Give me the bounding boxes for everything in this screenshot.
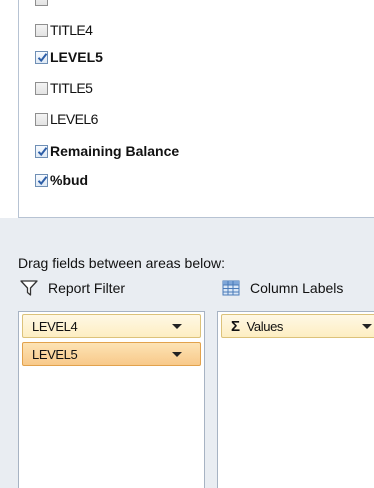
field-label: LEVEL6 [50,111,98,127]
field-pill-label: LEVEL4 [32,318,78,334]
field-label: %bud [50,172,89,188]
table-grid-icon [222,280,240,296]
chevron-down-icon[interactable] [172,352,182,357]
field-row-title4[interactable]: TITLE4 [35,19,93,41]
field-label: TITLE4 [50,22,93,38]
filter-icon [20,280,38,296]
report-filter-label: Report Filter [48,280,126,296]
column-labels-label: Column Labels [250,280,344,296]
pivot-areas-pane: Drag fields between areas below: Report … [0,218,374,488]
areas-instruction: Drag fields between areas below: [18,255,226,271]
field-checkbox-remaining-balance[interactable] [35,144,48,158]
column-labels-header: Column Labels [222,277,343,299]
field-row-level5[interactable]: LEVEL5 [35,46,103,68]
field-row-level6[interactable]: LEVEL6 [35,108,98,130]
report-filter-header: Report Filter [20,277,125,299]
field-checkbox-title4[interactable] [35,23,48,37]
report-filter-field-level5[interactable]: LEVEL5 [22,342,201,366]
column-labels-area[interactable]: Σ Values [217,311,374,488]
column-labels-field-values[interactable]: Σ Values [221,314,374,338]
field-checkbox-level5[interactable] [35,50,48,64]
sigma-icon: Σ [231,317,240,335]
field-row-remaining-balance[interactable]: Remaining Balance [35,140,179,162]
field-checkbox-level6[interactable] [35,112,48,126]
field-row-bud[interactable]: %bud [35,169,88,191]
report-filter-field-level4[interactable]: LEVEL4 [22,314,201,338]
field-label: LEVEL5 [50,49,103,65]
field-row-partial[interactable] [35,0,50,10]
checkmark-icon [37,175,48,185]
field-row-title5[interactable]: TITLE5 [35,77,93,99]
chevron-down-icon[interactable] [172,324,182,329]
field-pill-label: Values [246,318,284,334]
field-checkbox-bud[interactable] [35,173,48,187]
chevron-down-icon[interactable] [362,324,372,329]
field-pill-label: LEVEL5 [32,346,78,362]
field-label: Remaining Balance [50,143,180,159]
field-checkbox[interactable] [35,0,48,6]
checkmark-icon [37,146,48,156]
pivot-field-list: TITLE4 LEVEL5 TITLE5 LEVEL6 Remaining Ba… [18,0,374,218]
field-label: TITLE5 [50,80,93,96]
report-filter-area[interactable]: LEVEL4 LEVEL5 [18,311,205,488]
checkmark-icon [37,52,48,62]
field-checkbox-title5[interactable] [35,81,48,95]
